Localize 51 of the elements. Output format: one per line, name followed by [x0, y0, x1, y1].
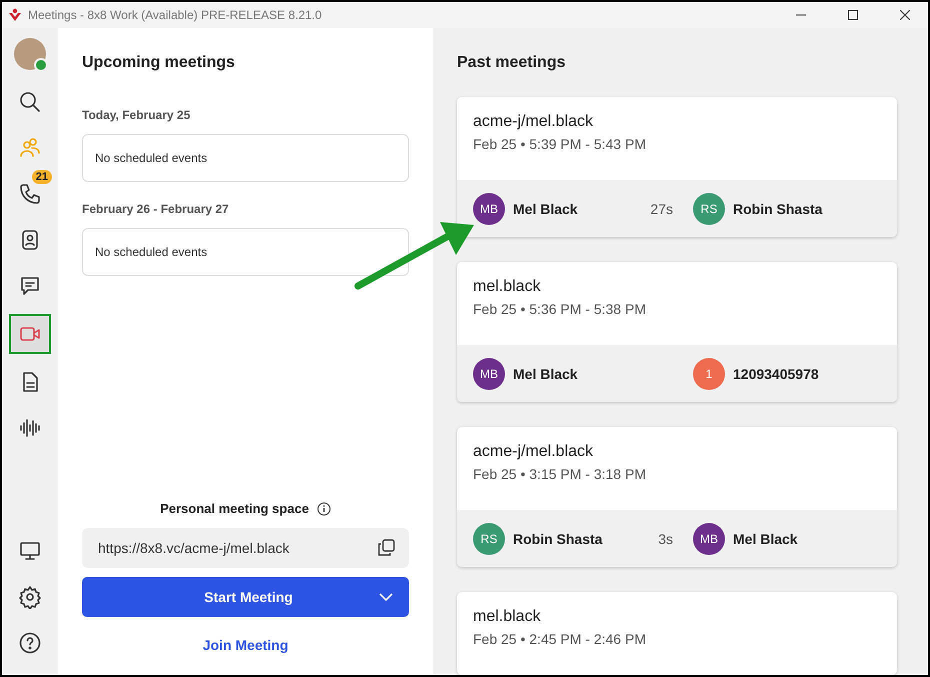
call-duration: 27s: [650, 200, 673, 216]
missed-call-badge: 21: [32, 170, 52, 184]
initials-avatar: MB: [693, 522, 725, 554]
meeting-title: acme-j/mel.black: [473, 113, 594, 131]
participant-name: Mel Black: [733, 530, 798, 546]
settings-icon[interactable]: [18, 585, 42, 609]
section-heading: Past meetings: [457, 54, 566, 72]
meeting-card[interactable]: mel.black Feb 25 • 2:45 PM - 2:46 PM: [457, 592, 897, 675]
call-duration: 3s: [658, 530, 673, 546]
initials-avatar: 1: [693, 358, 725, 390]
empty-events-message: No scheduled events: [82, 134, 409, 182]
phone-icon[interactable]: [18, 182, 42, 206]
meeting-title: mel.black: [473, 278, 542, 296]
chat-bubble-icon[interactable]: [18, 274, 42, 298]
meeting-time: Feb 25 • 5:39 PM - 5:43 PM: [473, 136, 647, 152]
initials-avatar: MB: [473, 358, 505, 390]
copy-icon[interactable]: [377, 539, 395, 557]
initials-avatar: MB: [473, 192, 505, 224]
join-meeting-link[interactable]: Join Meeting: [202, 637, 288, 653]
participant-name: Mel Black: [513, 200, 578, 216]
meeting-time: Feb 25 • 5:36 PM - 5:38 PM: [473, 301, 647, 317]
info-icon[interactable]: [316, 502, 331, 516]
search-icon[interactable]: [18, 90, 42, 114]
start-meeting-button[interactable]: Start Meeting: [82, 577, 409, 617]
meeting-card[interactable]: mel.black Feb 25 • 5:36 PM - 5:38 PM MB Mel Black 1 12093405978: [457, 262, 897, 402]
date-label: February 26 - February 27: [82, 202, 230, 216]
participant-name: Robin Shasta: [513, 530, 602, 546]
meeting-time: Feb 25 • 3:15 PM - 3:18 PM: [473, 466, 647, 482]
participant-name: Robin Shasta: [733, 200, 822, 216]
help-icon[interactable]: [18, 631, 42, 655]
user-avatar[interactable]: [14, 38, 46, 70]
participant-name: 12093405978: [733, 366, 819, 382]
window-title: Meetings - 8x8 Work (Available) PRE-RELEASE 8.21.0: [28, 8, 323, 22]
maximize-icon[interactable]: [848, 10, 858, 20]
meeting-title: mel.black: [473, 608, 542, 626]
meeting-title: acme-j/mel.black: [473, 443, 594, 461]
empty-events-message: No scheduled events: [82, 228, 409, 276]
initials-avatar: RS: [473, 522, 505, 554]
monitor-icon[interactable]: [18, 539, 42, 563]
section-heading: Upcoming meetings: [82, 54, 236, 72]
personal-space-label: Personal meeting space: [160, 501, 309, 516]
meeting-time: Feb 25 • 2:45 PM - 2:46 PM: [473, 631, 647, 647]
date-label: Today, February 25: [82, 108, 192, 122]
close-icon[interactable]: [900, 10, 910, 20]
app-logo-icon: [8, 8, 22, 22]
meeting-card[interactable]: acme-j/mel.black Feb 25 • 3:15 PM - 3:18 PM RS Robin Shasta 3s MB Mel Black: [457, 427, 897, 567]
chevron-down-icon[interactable]: [379, 593, 393, 601]
initials-avatar: RS: [693, 192, 725, 224]
participant-name: Mel Black: [513, 366, 578, 382]
meeting-url-field[interactable]: https://8x8.vc/acme-j/mel.black: [82, 528, 409, 568]
meeting-card[interactable]: acme-j/mel.black Feb 25 • 5:39 PM - 5:43 PM MB Mel Black 27s RS Robin Shasta: [457, 97, 897, 237]
